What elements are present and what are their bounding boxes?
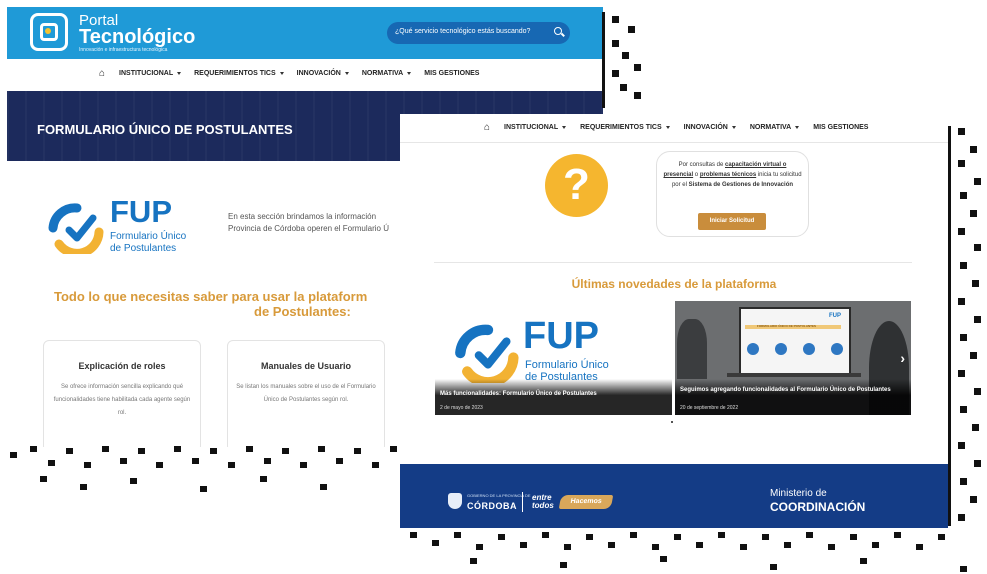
pixel-fragment-decoration	[10, 12, 981, 572]
